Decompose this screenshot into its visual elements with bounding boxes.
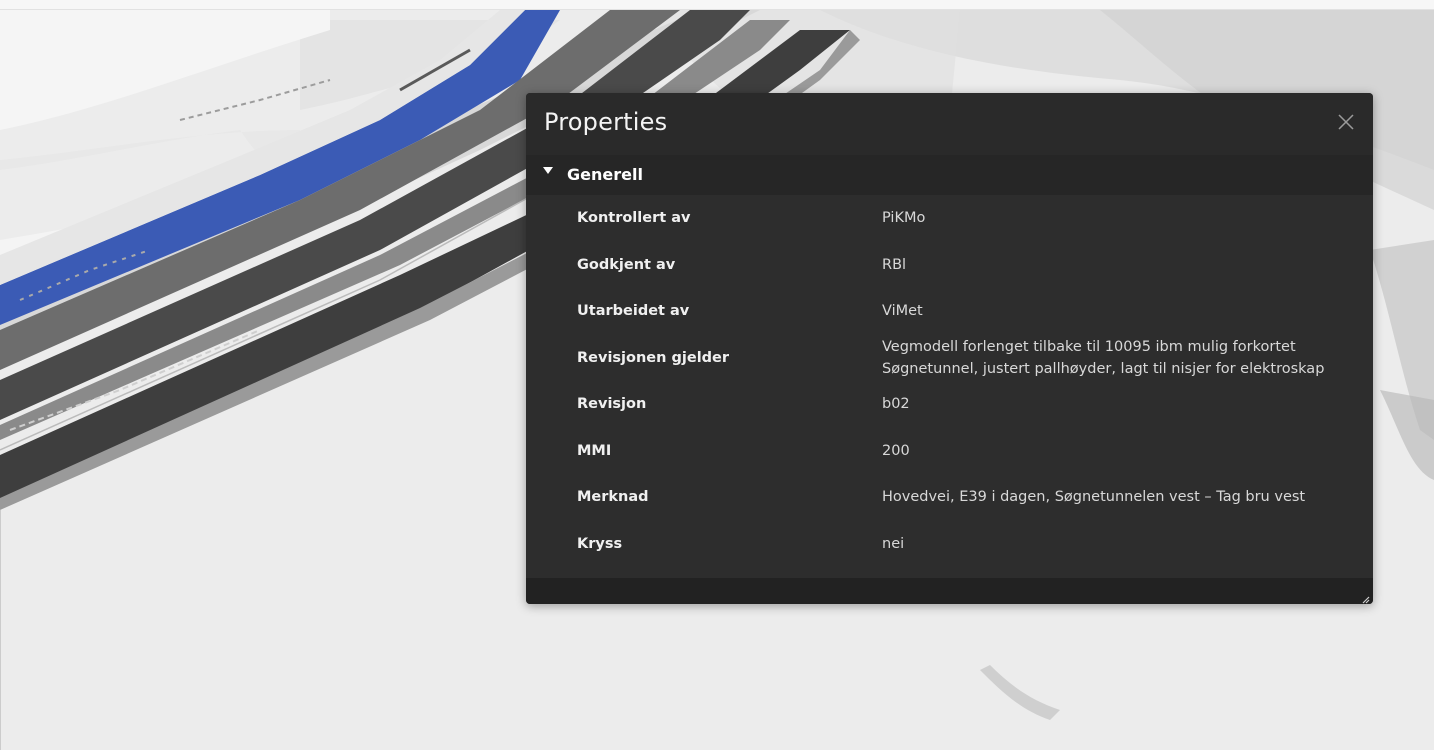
property-value: 200 <box>882 442 910 459</box>
property-key: Merknad <box>577 489 649 506</box>
property-key: Revisjon <box>577 396 647 413</box>
property-row: Revisjon b02 <box>526 381 1373 428</box>
property-row: Kontrollert av PiKMo <box>526 195 1373 242</box>
close-icon[interactable] <box>1337 113 1355 131</box>
property-row: Kryss nei <box>526 521 1373 568</box>
panel-title: Properties <box>544 108 668 136</box>
property-key: Kontrollert av <box>577 210 691 227</box>
properties-panel[interactable]: Properties Generell Kontrollert av PiKMo… <box>526 93 1373 604</box>
properties-panel-header[interactable]: Properties <box>526 93 1373 155</box>
section-label: Generell <box>567 165 643 184</box>
property-value: b02 <box>882 396 910 413</box>
property-value: ViMet <box>882 303 923 320</box>
property-key: Kryss <box>577 535 623 552</box>
property-key: MMI <box>577 442 612 459</box>
property-key: Revisjonen gjelder <box>577 349 730 366</box>
property-list: Kontrollert av PiKMo Godkjent av RBl Uta… <box>526 195 1373 567</box>
property-value: nei <box>882 535 905 552</box>
property-value: PiKMo <box>882 210 926 227</box>
property-value: Hovedvei, E39 i dagen, Søgnetunnelen ves… <box>882 489 1306 506</box>
property-row: Revisjonen gjelder Vegmodell forlenget t… <box>526 335 1373 382</box>
property-key: Godkjent av <box>577 256 676 273</box>
property-row: Merknad Hovedvei, E39 i dagen, Søgnetunn… <box>526 474 1373 521</box>
top-toolbar-strip <box>0 0 1434 10</box>
panel-footer <box>526 578 1373 604</box>
property-row: Godkjent av RBl <box>526 242 1373 289</box>
property-value: RBl <box>882 256 907 273</box>
property-value: Vegmodell forlenget tilbake til 10095 ib… <box>882 338 1325 377</box>
property-row: MMI 200 <box>526 428 1373 475</box>
caret-down-icon[interactable] <box>543 167 553 174</box>
resize-grip-icon[interactable] <box>1360 591 1370 604</box>
property-key: Utarbeidet av <box>577 303 690 320</box>
property-row: Utarbeidet av ViMet <box>526 288 1373 335</box>
section-header-generell[interactable]: Generell <box>526 155 1373 195</box>
